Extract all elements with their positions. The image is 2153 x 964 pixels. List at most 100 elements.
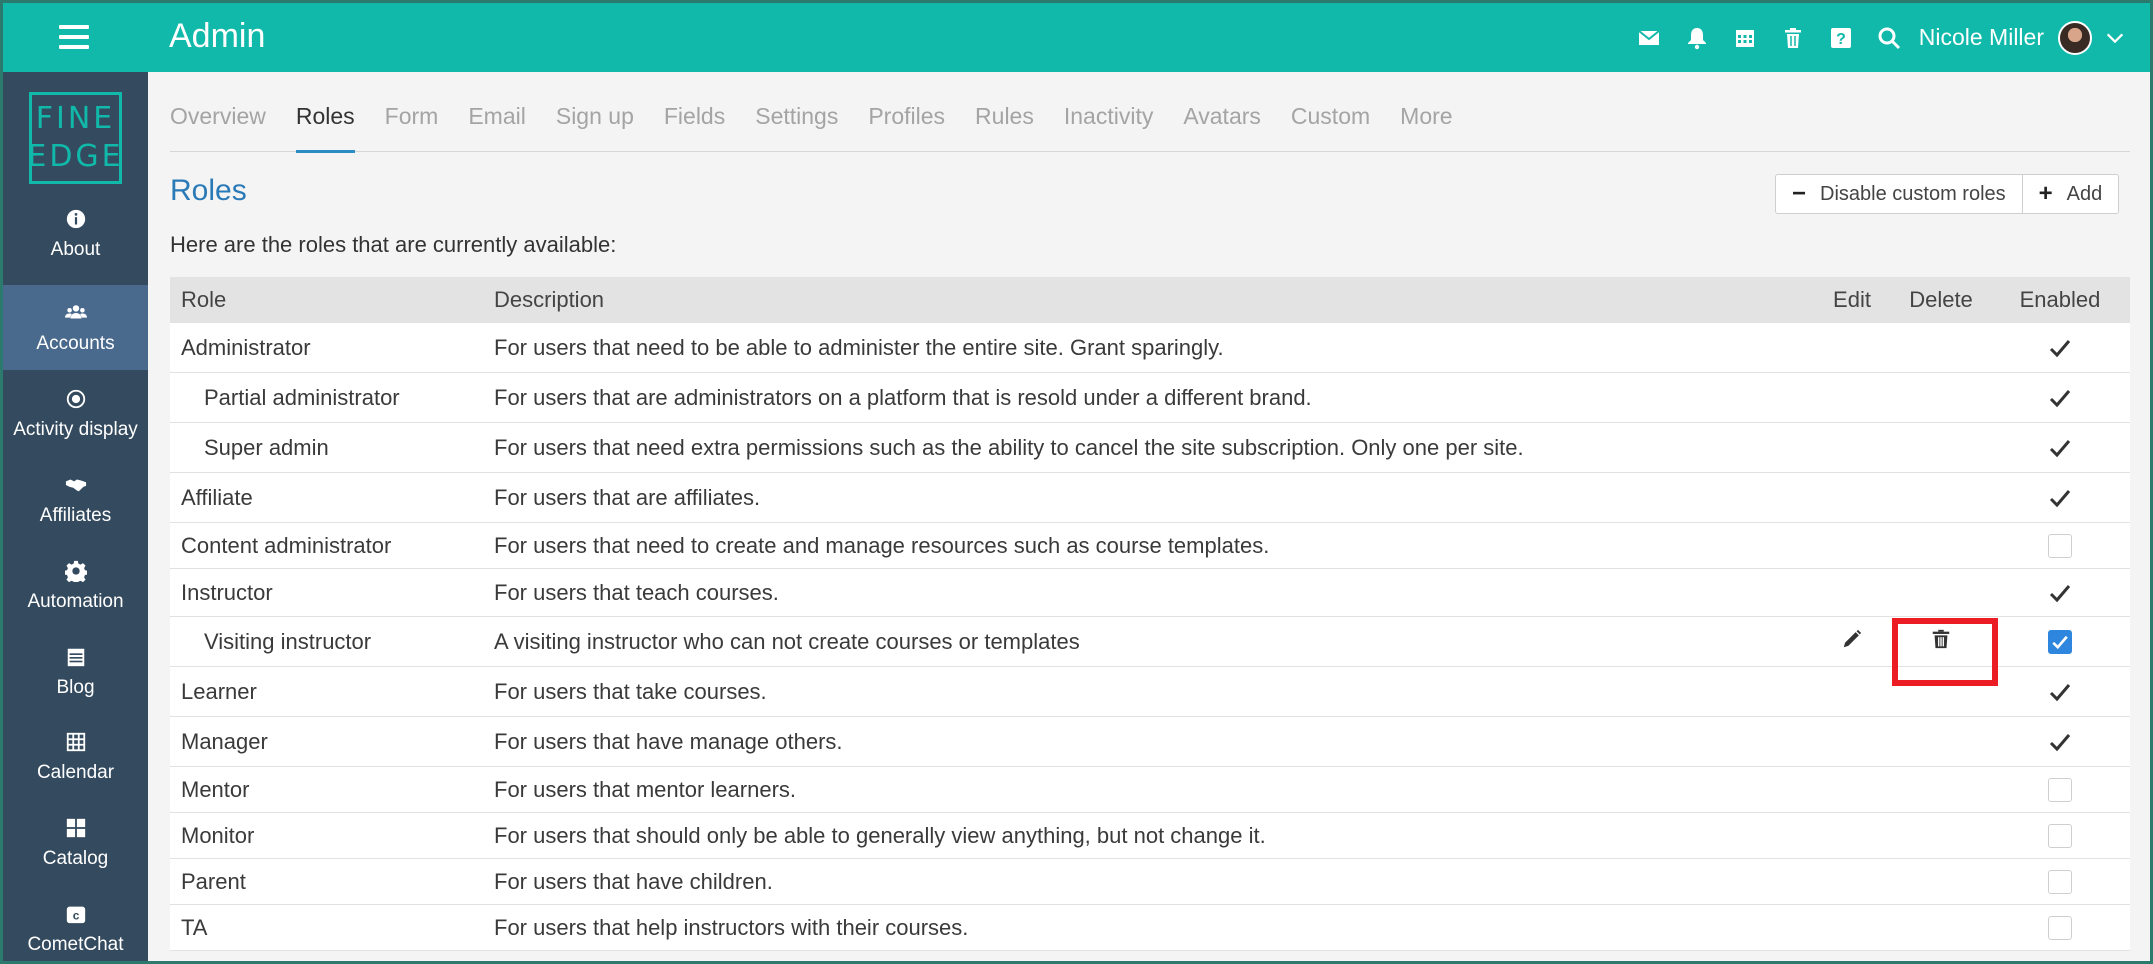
blog-icon [64, 645, 88, 669]
intro-text: Here are the roles that are currently av… [170, 232, 617, 257]
add-role-button[interactable]: + Add [2021, 175, 2119, 213]
search-icon[interactable] [1865, 3, 1913, 72]
table-row: Mentor For users that mentor learners. [170, 767, 2130, 813]
table-row: Manager For users that have manage others… [170, 717, 2130, 767]
tab-email[interactable]: Email [468, 72, 526, 152]
enabled-cell [1990, 680, 2130, 704]
checkmark-icon [2048, 581, 2072, 605]
tab-roles[interactable]: Roles [295, 72, 355, 153]
checkmark-icon [2048, 486, 2072, 510]
users-icon [64, 301, 88, 325]
tab-inactivity[interactable]: Inactivity [1064, 72, 1153, 152]
calendar-grid-icon [64, 730, 88, 754]
tab-sign-up[interactable]: Sign up [556, 72, 634, 152]
bell-icon[interactable] [1673, 3, 1721, 72]
enabled-cell [1990, 869, 2130, 894]
mail-icon[interactable] [1625, 3, 1673, 72]
role-description: For users that need extra permissions su… [494, 434, 1524, 460]
header-role: Role [181, 287, 227, 312]
enabled-cell [1990, 629, 2130, 654]
tab-avatars[interactable]: Avatars [1183, 72, 1261, 152]
enabled-checkbox[interactable] [2048, 777, 2072, 802]
tab-rules[interactable]: Rules [975, 72, 1034, 152]
role-name: Super admin [204, 434, 329, 460]
enabled-checkbox[interactable] [2048, 915, 2072, 940]
tab-more[interactable]: More [1400, 72, 1452, 152]
role-name: Instructor [181, 579, 273, 605]
sidebar-item-calendar[interactable]: Calendar [3, 714, 148, 799]
grid-icon [64, 816, 88, 840]
table-row: Partial administrator For users that are … [170, 373, 2130, 423]
role-name: Mentor [181, 776, 250, 802]
enabled-cell [1990, 436, 2130, 460]
sidebar-item-blog[interactable]: Blog [3, 629, 148, 714]
add-role-label: Add [2066, 182, 2103, 205]
table-row: Super admin For users that need extra per… [170, 423, 2130, 473]
sidebar-item-cometchat[interactable]: c CometChat [3, 886, 148, 961]
sidebar-item-automation[interactable]: Automation [3, 543, 148, 628]
role-name: Manager [181, 728, 268, 754]
tab-custom[interactable]: Custom [1291, 72, 1370, 152]
logo-line-1: FINE [35, 101, 116, 136]
role-name: Administrator [181, 334, 311, 360]
role-description: For users that need to be able to admini… [494, 334, 1224, 360]
disable-custom-roles-button[interactable]: − Disable custom roles [1776, 175, 2022, 213]
sidebar-item-about[interactable]: About [3, 191, 148, 276]
enabled-cell [1990, 777, 2130, 802]
role-name: Content administrator [181, 532, 392, 558]
top-bar: Admin ? Nicole Miller [3, 3, 2150, 72]
edit-icon[interactable] [1841, 629, 1863, 655]
role-description: For users that have manage others. [494, 728, 843, 754]
logo[interactable]: FINE EDGE [27, 92, 122, 184]
sidebar-item-label: Automation [27, 590, 124, 612]
trash-icon[interactable] [1769, 3, 1817, 72]
sidebar-item-label: Catalog [42, 847, 109, 869]
tab-profiles[interactable]: Profiles [868, 72, 945, 152]
enabled-checkbox[interactable] [2048, 533, 2072, 558]
role-name: Monitor [181, 822, 255, 848]
sidebar-item-label: Calendar [36, 761, 115, 783]
cometchat-icon: c [64, 902, 88, 926]
table-body: Administrator For users that need to be a… [170, 323, 2130, 951]
delete-cell [1892, 617, 1998, 686]
enabled-cell [1990, 486, 2130, 510]
calendar-icon[interactable] [1721, 3, 1769, 72]
table-row: Administrator For users that need to be a… [170, 323, 2130, 373]
table-row: Instructor For users that teach courses. [170, 569, 2130, 617]
table-row: Learner For users that take courses. [170, 667, 2130, 717]
checkmark-icon [2048, 680, 2072, 704]
user-name[interactable]: Nicole Miller [1919, 24, 2044, 51]
gear-icon [64, 559, 88, 583]
plus-icon: + [2038, 180, 2053, 207]
avatar[interactable] [2058, 20, 2092, 55]
role-description: For users that need to create and manage… [494, 532, 1270, 558]
tab-settings[interactable]: Settings [755, 72, 838, 152]
enabled-checkbox[interactable] [2048, 869, 2072, 894]
sidebar-item-affiliates[interactable]: Affiliates [3, 457, 148, 542]
tab-form[interactable]: Form [385, 72, 439, 152]
enabled-checkbox[interactable] [2048, 823, 2072, 848]
header-delete: Delete [1909, 287, 1973, 312]
enabled-checkbox[interactable] [2048, 629, 2072, 654]
sidebar-item-accounts[interactable]: Accounts [3, 285, 148, 370]
section-title: Roles [170, 174, 247, 207]
chevron-down-icon[interactable] [2104, 27, 2126, 49]
svg-text:c: c [72, 908, 79, 922]
sidebar-item-catalog[interactable]: Catalog [3, 800, 148, 885]
main-content: Overview Roles Form Email Sign up Fields… [148, 72, 2150, 961]
tab-overview[interactable]: Overview [170, 72, 266, 152]
svg-text:?: ? [1836, 31, 1846, 48]
hamburger-menu-icon[interactable] [59, 25, 89, 49]
role-description: For users that are affiliates. [494, 484, 761, 510]
sidebar-item-activity-display[interactable]: Activity display [3, 371, 148, 456]
enabled-cell [1990, 533, 2130, 558]
role-description: For users that mentor learners. [494, 776, 797, 802]
table-row: Visiting instructor A visiting instructor… [170, 617, 2130, 686]
sidebar-item-label: Activity display [13, 418, 138, 440]
tab-fields[interactable]: Fields [664, 72, 725, 152]
help-icon[interactable]: ? [1817, 3, 1865, 72]
info-icon [64, 207, 88, 231]
enabled-cell [1990, 386, 2130, 410]
role-description: A visiting instructor who can not create… [494, 628, 1080, 654]
header-description: Description [494, 287, 605, 312]
